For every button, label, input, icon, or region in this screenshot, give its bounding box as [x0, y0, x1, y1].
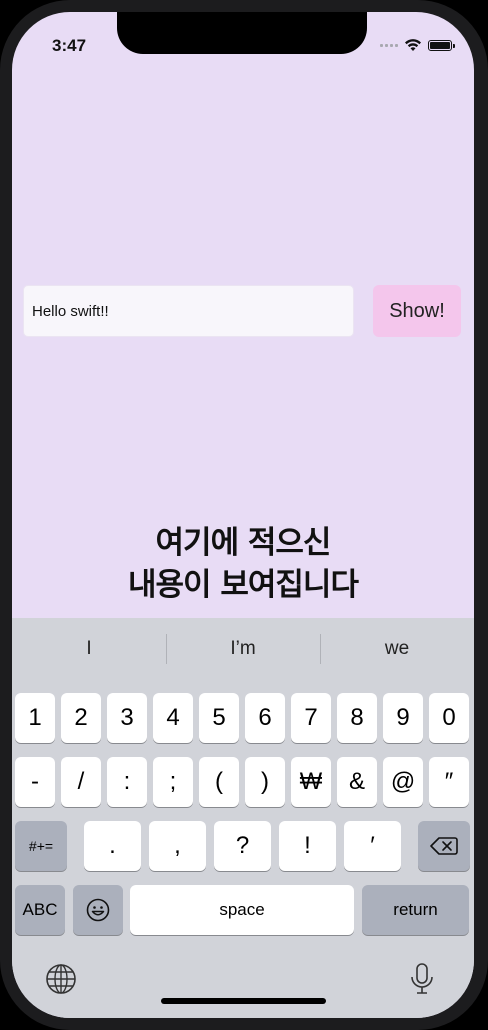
key-abc[interactable]: ABC	[15, 885, 65, 935]
suggestion-3[interactable]: we	[320, 618, 474, 680]
message-text-field[interactable]: Hello swift!!	[23, 285, 354, 337]
delete-key[interactable]	[418, 821, 470, 871]
keyboard: I I’m we 1 2 3 4 5 6 7 8 9 0 - / : ; ( )…	[12, 618, 474, 1018]
globe-key[interactable]	[43, 961, 79, 997]
delete-icon	[430, 837, 458, 855]
key-colon[interactable]: :	[107, 757, 147, 807]
key-8[interactable]: 8	[337, 693, 377, 743]
key-6[interactable]: 6	[245, 693, 285, 743]
suggestion-2[interactable]: I’m	[166, 618, 320, 680]
key-3[interactable]: 3	[107, 693, 147, 743]
microphone-icon	[411, 963, 433, 994]
key-exclamation[interactable]: !	[279, 821, 336, 871]
key-9[interactable]: 9	[383, 693, 423, 743]
result-label-line1: 여기에 적으신	[155, 525, 332, 561]
key-0[interactable]: 0	[429, 693, 469, 743]
key-hyphen[interactable]: -	[15, 757, 55, 807]
battery-icon	[428, 39, 455, 51]
cellular-signal-icon	[380, 43, 398, 47]
suggestion-1[interactable]: I	[12, 618, 166, 680]
wifi-icon	[405, 39, 421, 51]
key-prime[interactable]: ′	[344, 821, 401, 871]
device-frame: 3:47 Hello swift!! Show! 여기에 적으신 내용이 보여집…	[0, 0, 488, 1030]
key-close-paren[interactable]: )	[245, 757, 285, 807]
key-open-paren[interactable]: (	[199, 757, 239, 807]
key-4[interactable]: 4	[153, 693, 193, 743]
key-2[interactable]: 2	[61, 693, 101, 743]
key-semicolon[interactable]: ;	[153, 757, 193, 807]
emoji-icon	[86, 898, 110, 922]
home-indicator	[161, 998, 326, 1004]
key-1[interactable]: 1	[15, 693, 55, 743]
key-7[interactable]: 7	[291, 693, 331, 743]
space-key[interactable]: space	[130, 885, 354, 935]
notch	[117, 12, 367, 54]
key-at[interactable]: @	[383, 757, 423, 807]
emoji-key[interactable]	[73, 885, 123, 935]
key-5[interactable]: 5	[199, 693, 239, 743]
predictive-bar: I I’m we	[12, 618, 474, 680]
key-period[interactable]: .	[84, 821, 141, 871]
dictation-key[interactable]	[404, 961, 440, 997]
status-icons	[380, 37, 455, 53]
show-button[interactable]: Show!	[373, 285, 461, 337]
status-time: 3:47	[52, 36, 87, 55]
key-won[interactable]: ₩	[291, 757, 331, 807]
key-ampersand[interactable]: &	[337, 757, 377, 807]
result-label: 여기에 적으신 내용이 보여집니다	[12, 522, 474, 606]
key-more-symbols[interactable]: #+=	[15, 821, 67, 871]
key-comma[interactable]: ,	[149, 821, 206, 871]
globe-icon	[46, 964, 76, 994]
key-double-prime[interactable]: ″	[429, 757, 469, 807]
key-slash[interactable]: /	[61, 757, 101, 807]
return-key[interactable]: return	[362, 885, 469, 935]
key-question[interactable]: ?	[214, 821, 271, 871]
screen: 3:47 Hello swift!! Show! 여기에 적으신 내용이 보여집…	[12, 12, 474, 1018]
result-label-line2: 내용이 보여집니다	[128, 567, 359, 603]
